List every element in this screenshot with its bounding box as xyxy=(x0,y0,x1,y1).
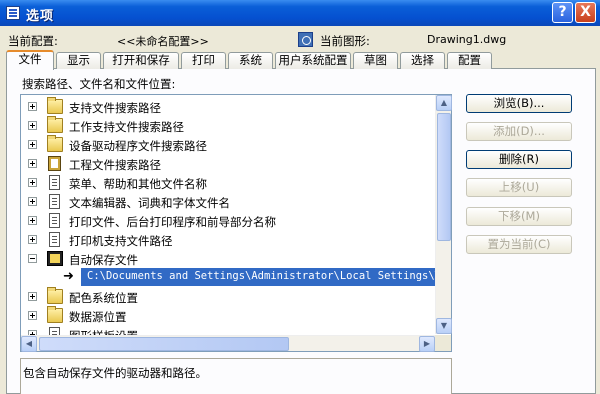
file-locations-tree[interactable]: 支持文件搜索路径 工作支持文件搜索路径 设备驱动程序文件搜索路径 工程文件搜索路… xyxy=(20,94,452,352)
folder-icon xyxy=(47,251,63,266)
expand-icon[interactable] xyxy=(28,140,37,149)
horizontal-scroll-thumb[interactable] xyxy=(39,337,289,351)
tree-item-text-editor-fonts[interactable]: 文本编辑器、词典和字体文件名 xyxy=(21,192,433,211)
tab-profiles[interactable]: 配置 xyxy=(447,52,492,69)
tab-selection[interactable]: 选择 xyxy=(400,52,445,69)
drawing-icon xyxy=(298,32,313,47)
autosave-path-text: C:\Documents and Settings\Administrator\… xyxy=(87,270,452,282)
tab-open-save[interactable]: 打开和保存 xyxy=(103,52,179,69)
tree-item-label: 设备驱动程序文件搜索路径 xyxy=(69,139,207,153)
tree-item-print-files[interactable]: 打印文件、后台打印程序和前导部分名称 xyxy=(21,211,433,230)
arrow-right-icon: ➜ xyxy=(63,269,74,284)
document-icon xyxy=(49,175,60,190)
options-app-icon xyxy=(6,6,20,20)
add-button[interactable]: 添加(D)... xyxy=(466,122,572,141)
scroll-down-button[interactable]: ▼ xyxy=(436,318,452,334)
tree-item-label: 工作支持文件搜索路径 xyxy=(69,120,184,134)
tree-item-label: 数据源位置 xyxy=(69,310,127,324)
document-icon xyxy=(49,194,60,209)
search-paths-label: 搜索路径、文件名和文件位置: xyxy=(22,77,176,91)
scroll-left-button[interactable]: ◀ xyxy=(21,336,37,352)
tab-system[interactable]: 系统 xyxy=(228,52,273,69)
folder-icon xyxy=(47,135,63,152)
close-button[interactable]: X xyxy=(575,2,596,23)
expand-icon[interactable] xyxy=(28,235,37,244)
document-icon xyxy=(49,232,60,247)
expand-icon[interactable] xyxy=(28,197,37,206)
set-current-button[interactable]: 置为当前(C) xyxy=(466,235,572,254)
expand-icon[interactable] xyxy=(28,121,37,130)
tree-item-menu-help-files[interactable]: 菜单、帮助和其他文件名称 xyxy=(21,173,433,192)
tree-item-working-support-paths[interactable]: 工作支持文件搜索路径 xyxy=(21,116,433,135)
tab-strip: 文件 显示 打开和保存 打印 系统 用户系统配置 草图 选择 配置 xyxy=(6,50,596,70)
current-profile-value: <<未命名配置>> xyxy=(117,35,209,48)
description-box: 包含自动保存文件的驱动器和路径。 xyxy=(20,358,452,394)
folder-icon xyxy=(47,97,63,114)
tree-item-printer-support-paths[interactable]: 打印机支持文件路径 xyxy=(21,230,433,249)
collapse-icon[interactable] xyxy=(28,254,37,263)
remove-button[interactable]: 删除(R) xyxy=(466,150,572,169)
tree-item-label: 支持文件搜索路径 xyxy=(69,101,161,115)
autosave-path-selected[interactable]: ➜ C:\Documents and Settings\Administrato… xyxy=(63,268,451,286)
scrollbar-corner xyxy=(435,335,451,351)
tree-item-label: 自动保存文件 xyxy=(69,253,138,267)
tree-item-color-book[interactable]: 配色系统位置 xyxy=(21,287,433,306)
help-button[interactable]: ? xyxy=(552,2,573,23)
current-drawing-value: Drawing1.dwg xyxy=(427,33,507,46)
folder-icon xyxy=(47,116,63,133)
folder-icon xyxy=(47,306,63,323)
scroll-up-button[interactable]: ▲ xyxy=(436,95,452,111)
tree-item-label: 文本编辑器、词典和字体文件名 xyxy=(69,196,230,210)
browse-button[interactable]: 浏览(B)... xyxy=(466,94,572,113)
current-drawing-label: 当前图形: xyxy=(320,34,370,48)
tree-item-support-paths[interactable]: 支持文件搜索路径 xyxy=(21,97,433,116)
tree-item-label: 工程文件搜索路径 xyxy=(69,158,161,172)
vertical-scroll-thumb[interactable] xyxy=(437,113,451,241)
window-title: 选项 xyxy=(26,9,55,24)
tree-item-autosave[interactable]: 自动保存文件 xyxy=(21,249,433,268)
document-icon xyxy=(49,213,60,228)
description-text: 包含自动保存文件的驱动器和路径。 xyxy=(23,366,207,380)
expand-icon[interactable] xyxy=(28,292,37,301)
current-profile-label: 当前配置: xyxy=(8,34,58,48)
project-icon xyxy=(48,156,61,171)
tree-item-label: 打印机支持文件路径 xyxy=(69,234,173,248)
move-down-button[interactable]: 下移(M) xyxy=(466,207,572,226)
expand-icon[interactable] xyxy=(28,102,37,111)
expand-icon[interactable] xyxy=(28,216,37,225)
tab-drafting[interactable]: 草图 xyxy=(353,52,398,69)
folder-icon xyxy=(47,287,63,304)
tree-item-device-driver-paths[interactable]: 设备驱动程序文件搜索路径 xyxy=(21,135,433,154)
expand-icon[interactable] xyxy=(28,178,37,187)
vertical-scrollbar[interactable]: ▲ ▼ xyxy=(435,95,452,334)
tree-item-data-sources[interactable]: 数据源位置 xyxy=(21,306,433,325)
tree-item-label: 菜单、帮助和其他文件名称 xyxy=(69,177,207,191)
expand-icon[interactable] xyxy=(28,159,37,168)
tab-plot[interactable]: 打印 xyxy=(181,52,226,69)
tree-item-project-paths[interactable]: 工程文件搜索路径 xyxy=(21,154,433,173)
move-up-button[interactable]: 上移(U) xyxy=(466,178,572,197)
horizontal-scrollbar[interactable]: ◀ ▶ xyxy=(21,335,435,352)
scroll-right-button[interactable]: ▶ xyxy=(419,336,435,352)
expand-icon[interactable] xyxy=(28,311,37,320)
tab-user-preferences[interactable]: 用户系统配置 xyxy=(275,52,351,69)
tree-item-label: 配色系统位置 xyxy=(69,291,138,305)
tab-display[interactable]: 显示 xyxy=(56,52,101,69)
tab-files[interactable]: 文件 xyxy=(6,50,54,70)
tree-item-label: 打印文件、后台打印程序和前导部分名称 xyxy=(69,215,276,229)
title-bar: 选项 ? X xyxy=(0,0,600,26)
